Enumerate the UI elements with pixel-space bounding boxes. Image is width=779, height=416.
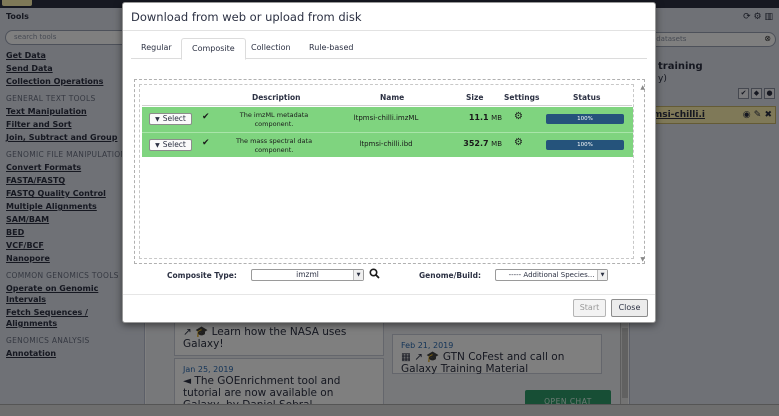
size-unit: MB bbox=[491, 114, 502, 122]
row-file-name: ltpmsi-chilli.ibd bbox=[359, 140, 413, 148]
progress-fill: 100% bbox=[546, 114, 624, 124]
upload-drop-area[interactable]: ▲ ▼ Description Name Size Settings Statu… bbox=[134, 79, 645, 264]
gear-icon[interactable]: ⚙ bbox=[514, 137, 523, 148]
scroll-down-icon[interactable]: ▼ bbox=[640, 256, 645, 263]
divider bbox=[123, 294, 655, 295]
row-file-size: 352.7 MB bbox=[442, 139, 502, 148]
start-button[interactable]: Start bbox=[573, 299, 606, 317]
caret-down-icon: ▼ bbox=[155, 142, 160, 149]
column-header-name: Name bbox=[380, 93, 405, 102]
genome-build-label: Genome/Build: bbox=[419, 271, 481, 280]
search-icon[interactable] bbox=[369, 268, 380, 279]
progress-fill: 100% bbox=[546, 140, 624, 150]
gear-icon[interactable]: ⚙ bbox=[514, 111, 523, 122]
row-description: The imzML metadata component. bbox=[239, 111, 309, 128]
upload-progress-bar: 100% bbox=[546, 114, 624, 124]
column-header-size: Size bbox=[466, 93, 484, 102]
composite-type-value: imzml bbox=[296, 270, 319, 279]
genome-build-value: ----- Additional Species... bbox=[508, 271, 595, 279]
upload-row: ▼ Select ✔ The mass spectral data compone… bbox=[142, 132, 633, 157]
close-button[interactable]: Close bbox=[611, 299, 648, 317]
dialog-title: Download from web or upload from disk bbox=[131, 10, 362, 24]
upload-progress-bar: 100% bbox=[546, 140, 624, 150]
check-icon: ✔ bbox=[202, 112, 210, 122]
column-header-settings: Settings bbox=[504, 93, 540, 102]
caret-down-icon: ▼ bbox=[155, 116, 160, 123]
column-header-description: Description bbox=[252, 93, 301, 102]
tab-rule-based[interactable]: Rule-based bbox=[299, 38, 363, 59]
row-file-name: ltpmsi-chilli.imzML bbox=[353, 114, 419, 122]
upload-tabs: Regular Composite Collection Rule-based bbox=[131, 38, 647, 60]
composite-type-select[interactable]: imzml ▼ bbox=[251, 269, 364, 281]
select-label: Select bbox=[162, 114, 186, 123]
size-value: 352.7 bbox=[463, 139, 489, 148]
upload-dialog: Download from web or upload from disk Re… bbox=[122, 2, 656, 323]
row-file-size: 11.1 MB bbox=[442, 113, 502, 122]
divider bbox=[123, 30, 655, 31]
tab-collection[interactable]: Collection bbox=[241, 38, 301, 59]
column-header-status: Status bbox=[573, 93, 601, 102]
scroll-up-icon[interactable]: ▲ bbox=[640, 84, 645, 91]
upload-table: Description Name Size Settings Status ▼ S… bbox=[139, 84, 634, 259]
size-unit: MB bbox=[491, 140, 502, 148]
chevron-down-icon: ▼ bbox=[353, 270, 363, 280]
select-source-button[interactable]: ▼ Select bbox=[149, 113, 192, 125]
chevron-down-icon: ▼ bbox=[597, 270, 607, 280]
check-icon: ✔ bbox=[202, 138, 210, 148]
row-description: The mass spectral data component. bbox=[235, 137, 313, 154]
tab-composite[interactable]: Composite bbox=[181, 38, 246, 60]
select-label: Select bbox=[162, 140, 186, 149]
header-divider bbox=[142, 105, 632, 106]
composite-type-label: Composite Type: bbox=[167, 271, 237, 280]
size-value: 11.1 bbox=[468, 113, 489, 122]
upload-row: ▼ Select ✔ The imzML metadata component. … bbox=[142, 107, 633, 132]
genome-build-select[interactable]: ----- Additional Species... ▼ bbox=[495, 269, 608, 281]
tab-regular[interactable]: Regular bbox=[131, 38, 182, 59]
select-source-button[interactable]: ▼ Select bbox=[149, 139, 192, 151]
